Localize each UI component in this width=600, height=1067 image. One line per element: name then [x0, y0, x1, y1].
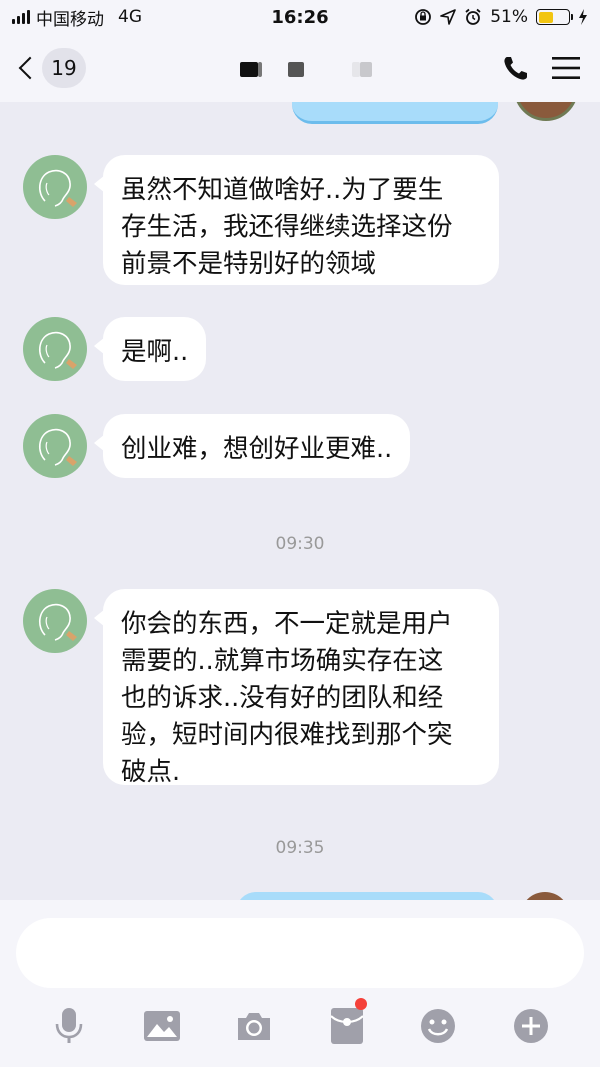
emoji-icon: [421, 1009, 455, 1043]
battery-level: [538, 11, 554, 23]
more-functions-button[interactable]: [509, 1004, 553, 1048]
menu-icon[interactable]: [552, 56, 580, 80]
network-type: 4G: [118, 7, 142, 27]
back-button[interactable]: 19: [18, 48, 86, 88]
nav-bar: 19: [0, 34, 600, 102]
message-timestamp: 09:30: [275, 534, 325, 554]
message-bubble[interactable]: 创业难，想创好业更难..: [93, 414, 411, 478]
red-packet-icon: [331, 1008, 363, 1044]
plus-icon: [514, 1009, 548, 1043]
emoji-button[interactable]: [416, 1004, 460, 1048]
voice-button[interactable]: [47, 1004, 91, 1048]
chat-message-list[interactable]: 虽然不知道做啥好..为了要生 存生活，我还得继续选择这份 前景不是特别好的领域 …: [0, 102, 600, 900]
status-right-group: 51%: [414, 7, 588, 27]
status-bar: 中国移动 4G 16:26 51%: [0, 0, 600, 34]
charging-bolt-icon: [579, 9, 587, 25]
microphone-icon: [55, 1008, 83, 1043]
chat-screen: 中国移动 4G 16:26 51% 19 虽然不知道做啥好..为了要生 存生活，…: [0, 0, 600, 1067]
message-bubble[interactable]: 是啊..: [93, 317, 207, 381]
alarm-icon: [465, 8, 481, 25]
message-input[interactable]: [16, 918, 584, 988]
message-row: 创业难，想创好业更难..: [23, 414, 411, 478]
outgoing-message-partial[interactable]: [236, 892, 498, 900]
input-toolbar: [0, 998, 600, 1048]
contact-avatar[interactable]: [23, 414, 87, 478]
contact-name-redacted: [240, 62, 372, 77]
red-packet-button[interactable]: [325, 998, 369, 1048]
contact-avatar-figure-icon: [39, 331, 77, 369]
outgoing-message-partial[interactable]: [292, 102, 498, 124]
location-icon: [440, 9, 457, 25]
signal-strength-icon: [12, 10, 30, 24]
camera-icon: [238, 1013, 270, 1040]
my-avatar[interactable]: [520, 892, 570, 900]
message-timestamp: 09:35: [275, 838, 325, 858]
contact-avatar-figure-icon: [39, 169, 77, 207]
message-row: 是啊..: [23, 317, 207, 381]
input-bar: [0, 900, 600, 1067]
phone-call-icon[interactable]: [502, 54, 530, 82]
carrier-name: 中国移动: [36, 9, 104, 30]
message-bubble[interactable]: 你会的东西，不一定就是用户 需要的..就算市场确实存在这 也的诉求..没有好的团…: [94, 589, 499, 787]
nav-actions: [502, 54, 580, 82]
contact-avatar-figure-icon: [39, 603, 77, 641]
battery-percent: 51%: [490, 7, 528, 27]
screen-rotation-lock-icon: [415, 9, 432, 25]
unread-count-badge: 19: [42, 48, 86, 88]
contact-avatar[interactable]: [23, 317, 87, 381]
message-bubble[interactable]: 虽然不知道做啥好..为了要生 存生活，我还得继续选择这份 前景不是特别好的领域: [94, 155, 499, 285]
image-icon: [144, 1011, 180, 1041]
message-row: 虽然不知道做啥好..为了要生 存生活，我还得继续选择这份 前景不是特别好的领域: [23, 155, 499, 285]
battery-icon: [536, 9, 573, 25]
back-chevron-icon: [18, 56, 42, 80]
message-row: 你会的东西，不一定就是用户 需要的..就算市场确实存在这 也的诉求..没有好的团…: [23, 589, 499, 787]
my-avatar[interactable]: [514, 102, 578, 121]
contact-avatar[interactable]: [23, 589, 87, 653]
contact-avatar[interactable]: [23, 155, 87, 219]
camera-button[interactable]: [232, 1004, 276, 1048]
contact-avatar-figure-icon: [39, 428, 77, 466]
notification-dot: [355, 998, 367, 1010]
photo-album-button[interactable]: [140, 1004, 184, 1048]
